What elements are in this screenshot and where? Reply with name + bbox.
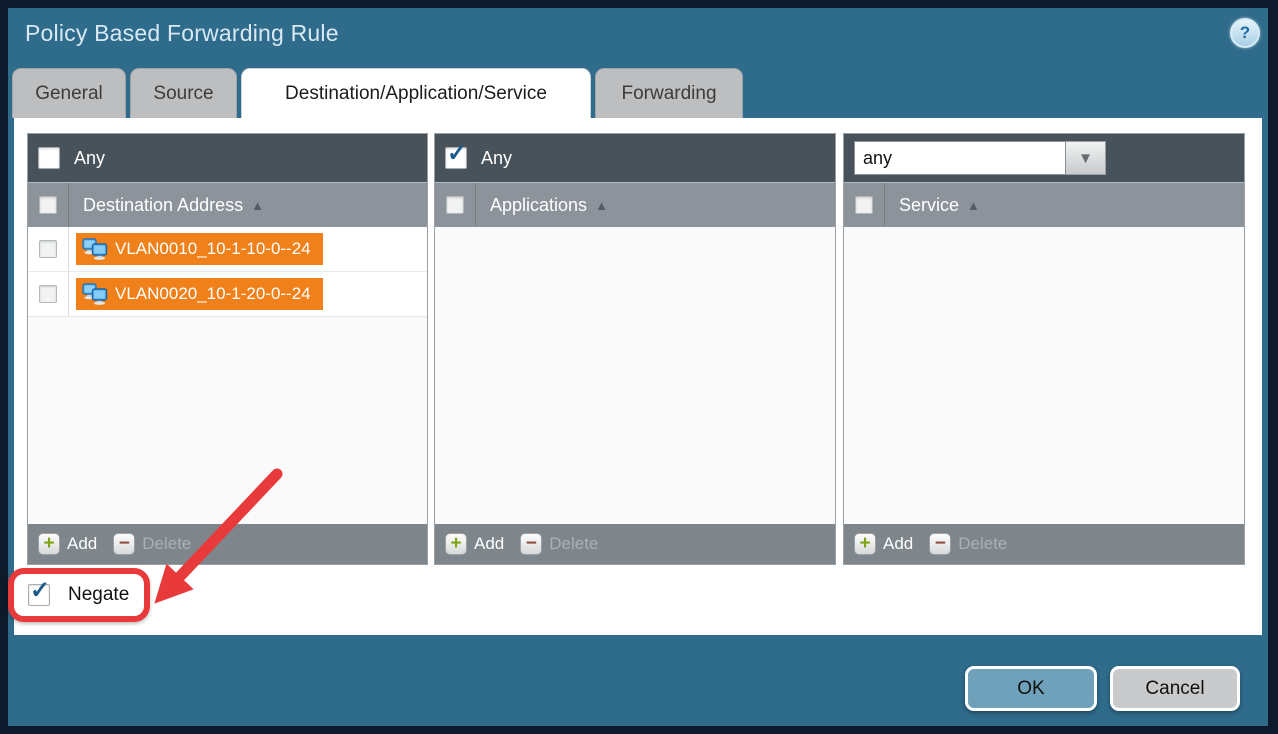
applications-toolbar: + Add − Delete [435, 524, 835, 564]
checkmark-icon: ✓ [447, 142, 467, 166]
service-dropdown-header: any ▼ [844, 134, 1244, 182]
address-object-label: VLAN0020_10-1-20-0--24 [115, 284, 311, 304]
negate-control: ✓ Negate [28, 584, 129, 606]
add-icon: + [854, 533, 876, 555]
row-checkbox[interactable] [39, 285, 57, 303]
applications-column-header[interactable]: Applications ▲ [435, 182, 835, 227]
sort-ascending-icon: ▲ [595, 198, 608, 213]
address-object-vlan0020[interactable]: VLAN0020_10-1-20-0--24 [76, 278, 323, 310]
add-button[interactable]: + Add [38, 533, 113, 555]
chevron-down-icon[interactable]: ▼ [1066, 141, 1106, 175]
row-checkbox[interactable] [39, 240, 57, 258]
service-column-header[interactable]: Service ▲ [844, 182, 1244, 227]
delete-button[interactable]: − Delete [520, 533, 614, 555]
delete-button[interactable]: − Delete [113, 533, 207, 555]
delete-icon: − [929, 533, 951, 555]
service-toolbar: + Add − Delete [844, 524, 1244, 564]
network-icon [82, 283, 108, 305]
add-button[interactable]: + Add [445, 533, 520, 555]
sort-ascending-icon: ▲ [251, 198, 264, 213]
service-dropdown-value[interactable]: any [854, 141, 1066, 175]
applications-list [435, 227, 835, 524]
destination-column-label: Destination Address [83, 195, 243, 216]
applications-any-checkbox[interactable]: ✓ [445, 147, 467, 169]
tab-forwarding[interactable]: Forwarding [595, 68, 743, 118]
address-object-vlan0010[interactable]: VLAN0010_10-1-10-0--24 [76, 233, 323, 265]
service-select-all-checkbox[interactable] [855, 196, 873, 214]
add-icon: + [445, 533, 467, 555]
sort-ascending-icon: ▲ [967, 198, 980, 213]
destination-toolbar: + Add − Delete [28, 524, 427, 564]
ok-button[interactable]: OK [965, 666, 1097, 711]
cancel-button[interactable]: Cancel [1110, 666, 1240, 711]
destination-any-label: Any [74, 148, 105, 169]
tab-content: Any Destination Address ▲ [14, 118, 1262, 635]
help-icon[interactable]: ? [1230, 18, 1260, 48]
dialog-title: Policy Based Forwarding Rule [25, 20, 339, 47]
destination-any-header: Any [28, 134, 427, 182]
tab-destination-application-service[interactable]: Destination/Application/Service [241, 68, 591, 118]
network-icon [82, 238, 108, 260]
applications-panel: ✓ Any Applications ▲ + Add − Delete [434, 133, 836, 565]
service-panel: any ▼ Service ▲ + Add − Delete [843, 133, 1245, 565]
negate-checkbox[interactable]: ✓ [28, 584, 50, 606]
address-object-label: VLAN0010_10-1-10-0--24 [115, 239, 311, 259]
destination-list: VLAN0010_10-1-10-0--24 [28, 227, 427, 524]
delete-icon: − [520, 533, 542, 555]
checkmark-icon: ✓ [30, 579, 50, 603]
service-column-label: Service [899, 195, 959, 216]
add-icon: + [38, 533, 60, 555]
table-row: VLAN0020_10-1-20-0--24 [28, 272, 427, 317]
destination-select-all-checkbox[interactable] [39, 196, 57, 214]
negate-label: Negate [68, 584, 129, 606]
add-button[interactable]: + Add [854, 533, 929, 555]
tab-source[interactable]: Source [130, 68, 237, 118]
destination-any-checkbox[interactable] [38, 147, 60, 169]
tab-bar: General Source Destination/Application/S… [12, 68, 747, 118]
tab-general[interactable]: General [12, 68, 126, 118]
service-list [844, 227, 1244, 524]
delete-icon: − [113, 533, 135, 555]
applications-select-all-checkbox[interactable] [446, 196, 464, 214]
destination-column-header[interactable]: Destination Address ▲ [28, 182, 427, 227]
service-dropdown[interactable]: any ▼ [854, 141, 1106, 175]
applications-column-label: Applications [490, 195, 587, 216]
applications-any-header: ✓ Any [435, 134, 835, 182]
destination-address-panel: Any Destination Address ▲ [27, 133, 428, 565]
delete-button[interactable]: − Delete [929, 533, 1023, 555]
pbf-rule-dialog: Policy Based Forwarding Rule ? General S… [8, 8, 1268, 726]
table-row: VLAN0010_10-1-10-0--24 [28, 227, 427, 272]
applications-any-label: Any [481, 148, 512, 169]
